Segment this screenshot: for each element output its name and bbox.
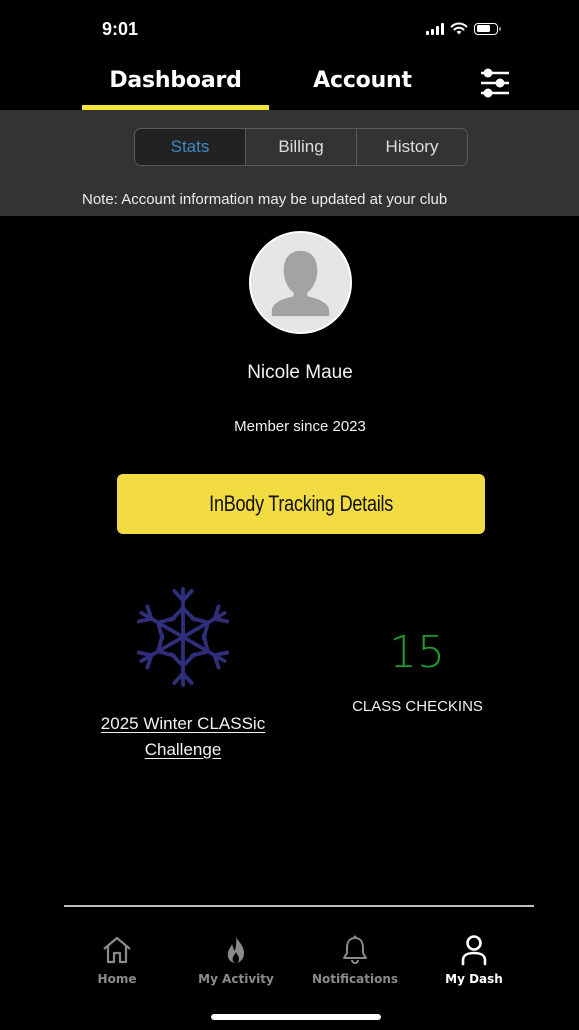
segment-billing[interactable]: Billing	[246, 129, 357, 165]
tab-dashboard[interactable]: Dashboard	[82, 68, 269, 93]
nav-my-dash[interactable]: My Dash	[424, 934, 524, 986]
default-person-avatar-icon	[251, 233, 350, 332]
class-checkins-count: 15	[389, 627, 445, 678]
segment-stats[interactable]: Stats	[135, 129, 246, 165]
sub-header: Stats Billing History Note: Account info…	[0, 110, 579, 216]
segmented-control: Stats Billing History	[134, 128, 468, 166]
class-checkins-label: CLASS CHECKINS	[352, 698, 483, 715]
nav-home[interactable]: Home	[67, 934, 167, 986]
bell-icon	[343, 935, 367, 964]
challenge-link[interactable]: 2025 Winter CLASSic Challenge	[63, 711, 303, 763]
segment-history[interactable]: History	[357, 129, 467, 165]
status-icons	[426, 22, 501, 35]
snowflake-icon[interactable]	[135, 584, 231, 690]
wifi-icon	[450, 22, 468, 35]
account-note: Note: Account information may be updated…	[82, 191, 448, 208]
inbody-tracking-label: InBody Tracking Details	[209, 491, 393, 516]
nav-my-activity-label: My Activity	[198, 972, 274, 986]
battery-icon	[474, 22, 501, 35]
profile-name: Nicole Maue	[247, 362, 353, 383]
nav-notifications[interactable]: Notifications	[305, 934, 405, 986]
signal-icon	[426, 22, 444, 35]
home-icon	[103, 936, 131, 964]
home-indicator[interactable]	[211, 1014, 381, 1020]
nav-notifications-label: Notifications	[311, 972, 399, 986]
avatar[interactable]	[249, 231, 352, 334]
tab-account[interactable]: Account	[290, 68, 435, 93]
challenge-title-line2[interactable]: Challenge	[63, 737, 303, 763]
sliders-icon	[481, 68, 509, 98]
nav-my-activity[interactable]: My Activity	[186, 934, 286, 986]
nav-my-dash-label: My Dash	[445, 972, 503, 986]
inbody-tracking-button[interactable]: InBody Tracking Details	[117, 474, 485, 534]
settings-button[interactable]	[478, 68, 512, 100]
challenge-title-line1[interactable]: 2025 Winter CLASSic	[63, 711, 303, 737]
member-since: Member since 2023	[234, 418, 366, 435]
nav-home-label: Home	[97, 972, 137, 986]
flame-icon	[227, 936, 244, 963]
status-time: 9:01	[102, 19, 139, 39]
person-icon	[461, 935, 487, 966]
bottom-nav-divider	[64, 905, 534, 907]
